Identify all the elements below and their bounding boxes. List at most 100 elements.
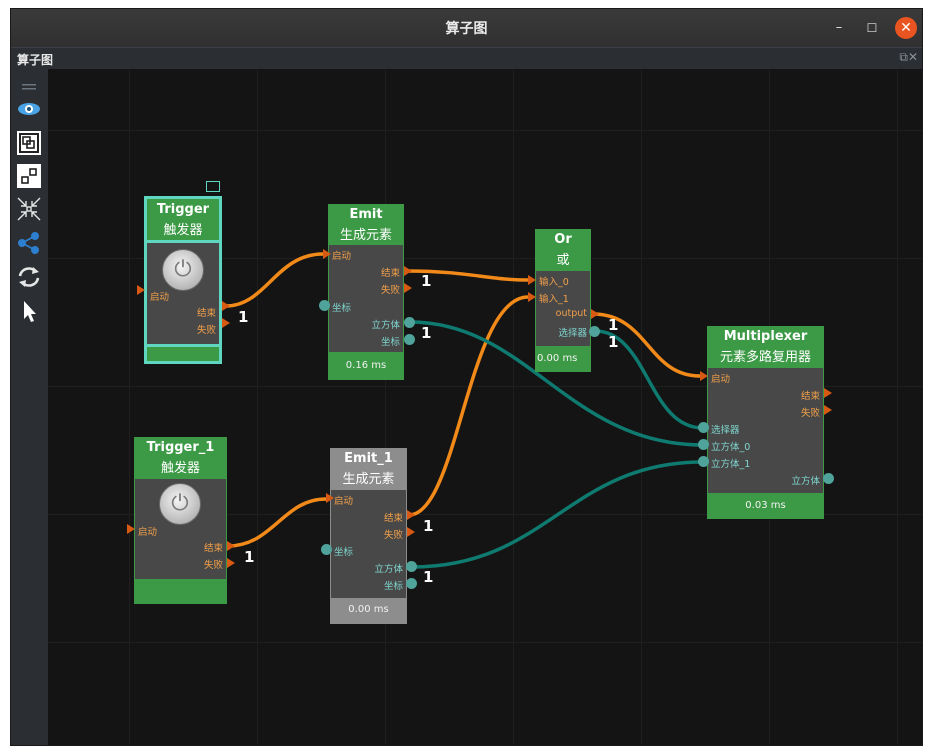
- input-port-0[interactable]: [528, 275, 536, 285]
- output-port-end[interactable]: [222, 301, 230, 311]
- minimize-button[interactable]: –: [828, 17, 850, 39]
- port-label: 失败: [383, 530, 403, 541]
- output-port-fail[interactable]: [222, 318, 230, 328]
- node-title: Multiplexer: [723, 329, 808, 344]
- input-port-coord[interactable]: [321, 544, 332, 555]
- wire-trigger-end-to-emit-start: [225, 252, 324, 308]
- connection-count: 1: [423, 517, 434, 535]
- connection-count: 1: [244, 548, 255, 566]
- port-label: 立方体: [791, 476, 820, 487]
- output-port-selector[interactable]: [589, 326, 600, 337]
- node-title: Emit_1: [344, 451, 393, 466]
- comment-icon[interactable]: [206, 181, 220, 192]
- node-title: Trigger_1: [146, 440, 215, 455]
- fit-view-icon[interactable]: [16, 130, 42, 156]
- output-port-fail[interactable]: [404, 283, 412, 293]
- node-subtitle: 触发器: [160, 461, 200, 476]
- node-subtitle: 生成元素: [339, 228, 392, 243]
- port-label: 坐标: [383, 581, 403, 592]
- input-port-start[interactable]: [323, 249, 331, 259]
- port-label: 失败: [380, 285, 400, 296]
- input-port-start[interactable]: [137, 285, 145, 295]
- emit-node[interactable]: Emit 生成元素 启动 结束 失败 坐标 立方体 坐标 0.16 ms: [328, 204, 404, 380]
- connection-count: 1: [423, 568, 434, 586]
- eye-icon[interactable]: [16, 96, 42, 122]
- power-icon: ⏻: [174, 257, 192, 282]
- graph-canvas[interactable]: Trigger 触发器 ⏻ 启动 结束 失败 1 Emit 生成元素 启动 结束…: [48, 69, 922, 745]
- dock-header: 算子图 ⧉✕: [11, 47, 922, 70]
- output-port-end[interactable]: [404, 266, 412, 276]
- port-label: 失败: [203, 560, 223, 571]
- refresh-icon[interactable]: [16, 264, 42, 290]
- window-title: 算子图: [445, 21, 488, 37]
- port-label: 坐标: [332, 303, 352, 314]
- input-port-start[interactable]: [700, 371, 708, 381]
- exec-time: 0.16 ms: [345, 360, 387, 371]
- or-node[interactable]: Or 或 输入_0 输入_1 output 选择器 0.00 ms: [535, 229, 591, 372]
- exec-time: 0.00 ms: [348, 604, 389, 615]
- output-port[interactable]: [591, 309, 599, 319]
- exec-time: 0.03 ms: [745, 500, 786, 511]
- port-label: 立方体_0: [711, 442, 751, 453]
- dock-buttons[interactable]: ⧉✕: [899, 50, 918, 65]
- input-port-selector[interactable]: [698, 422, 709, 433]
- power-button[interactable]: ⏻: [162, 249, 204, 291]
- emit1-header: Emit_1 生成元素: [330, 448, 407, 487]
- output-port-fail[interactable]: [407, 527, 415, 537]
- port-label: 坐标: [380, 337, 400, 348]
- connection-count: 1: [608, 316, 619, 334]
- output-port-cube[interactable]: [404, 317, 415, 328]
- input-port-coord[interactable]: [319, 300, 330, 311]
- port-label: 选择器: [558, 328, 587, 339]
- port-label: output: [555, 308, 587, 319]
- node-body: 启动 结束 失败 坐标 立方体 坐标: [329, 245, 403, 352]
- wire-trigger1-end-to-emit1-start: [227, 497, 327, 548]
- pointer-icon[interactable]: [16, 298, 42, 324]
- output-port-coord[interactable]: [404, 334, 415, 345]
- power-button[interactable]: ⏻: [159, 483, 201, 525]
- collapse-icon[interactable]: [16, 196, 42, 222]
- output-port-coord[interactable]: [406, 578, 417, 589]
- output-port-cube[interactable]: [406, 561, 417, 572]
- port-label: 结束: [800, 391, 820, 402]
- output-port-end[interactable]: [227, 541, 235, 551]
- input-port-cube0[interactable]: [698, 439, 709, 450]
- port-label: 坐标: [334, 547, 354, 558]
- node-icon[interactable]: [16, 163, 42, 189]
- port-label: 立方体: [374, 564, 403, 575]
- output-port-end[interactable]: [824, 388, 832, 398]
- port-label: 启动: [711, 374, 731, 385]
- trigger-header: Trigger 触发器: [147, 199, 219, 238]
- port-label: 启动: [150, 292, 170, 303]
- wire-emit1-cube-to-mux-cube1: [411, 460, 704, 569]
- connection-count: 1: [421, 324, 432, 342]
- multiplexer-node[interactable]: Multiplexer 元素多路复用器 启动 结束 失败 选择器 立方体_0 立…: [707, 326, 824, 519]
- input-port-cube1[interactable]: [698, 456, 709, 467]
- node-title: Or: [554, 232, 572, 247]
- close-button[interactable]: ✕: [895, 17, 917, 39]
- port-label: 结束: [383, 513, 403, 524]
- share-graph-icon[interactable]: [16, 230, 42, 256]
- emit1-node[interactable]: Emit_1 生成元素 启动 结束 失败 坐标 立方体 坐标 0.00 ms: [330, 448, 407, 624]
- node-subtitle: 或: [556, 253, 570, 268]
- port-label: 启动: [332, 251, 352, 262]
- power-icon: ⏻: [171, 491, 189, 516]
- connection-count: 1: [421, 272, 432, 290]
- node-body: 输入_0 输入_1 output 选择器: [536, 271, 590, 346]
- input-port-start[interactable]: [127, 524, 135, 534]
- node-subtitle: 生成元素: [342, 472, 395, 487]
- input-port-1[interactable]: [528, 292, 536, 302]
- trigger1-node[interactable]: Trigger_1 触发器 ⏻ 启动 结束 失败: [134, 437, 227, 604]
- port-label: 输入_0: [539, 277, 569, 288]
- emit-header: Emit 生成元素: [328, 204, 404, 243]
- output-port-end[interactable]: [407, 510, 415, 520]
- port-label: 结束: [196, 308, 216, 319]
- node-title: Trigger: [156, 202, 210, 217]
- output-port-fail[interactable]: [824, 405, 832, 415]
- output-port-fail[interactable]: [227, 558, 235, 568]
- node-body: 启动 结束 失败 坐标 立方体 坐标: [331, 490, 406, 598]
- maximize-button[interactable]: ☐: [861, 17, 883, 39]
- output-port-cube[interactable]: [823, 473, 834, 484]
- input-port-start[interactable]: [326, 493, 334, 503]
- trigger-node[interactable]: Trigger 触发器 ⏻ 启动 结束 失败: [144, 196, 222, 364]
